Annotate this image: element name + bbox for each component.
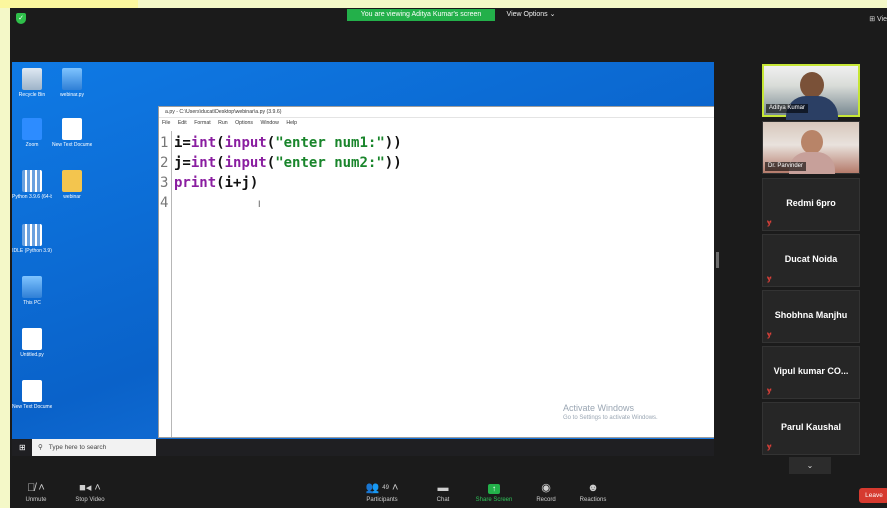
share-screen-icon: ↑ [464, 480, 524, 496]
participant-tile[interactable]: Shobhna Manjhu ɏ [762, 290, 860, 343]
participant-tile[interactable]: Ducat Noida ɏ [762, 234, 860, 287]
activate-windows-watermark: Activate Windows Go to Settings to activ… [563, 403, 658, 421]
windows-taskbar: ⊞ ⚲ Type here to search [12, 439, 714, 456]
participant-tile[interactable]: Aditya Kumar [762, 64, 860, 120]
menu-window[interactable]: Window [260, 120, 278, 126]
desktop-icon-idle[interactable]: IDLE (Python 3.9) [12, 224, 52, 254]
participants-button[interactable]: 👥 49 ˄ Participants [352, 480, 412, 504]
document-icon [62, 118, 82, 140]
line-number: 4 [160, 195, 169, 211]
meeting-toolbar: 🎙̸ ˄ Unmute ■◂ ˄ Stop Video 👥 49 ˄ Parti… [10, 478, 887, 508]
muted-mic-icon: ɏ [767, 218, 772, 227]
participant-name: Aditya Kumar [766, 104, 809, 113]
menu-file[interactable]: File [162, 120, 170, 126]
view-mode-button[interactable]: ⊞ Vie [869, 15, 887, 23]
recycle-bin-icon [22, 68, 42, 90]
menu-help[interactable]: Help [286, 120, 297, 126]
smiley-icon: ☻ [587, 482, 599, 494]
share-screen-button[interactable]: ↑ Share Screen [464, 480, 524, 504]
idle-menu-bar: File Edit Format Run Options Window Help [159, 118, 714, 129]
shield-icon[interactable]: ✓ [16, 13, 26, 24]
code-line-3: print(i+j) [174, 175, 259, 191]
muted-mic-icon: ɏ [767, 330, 772, 339]
muted-microphone-icon: 🎙̸ ˄ [27, 482, 45, 494]
participant-name: Parul Kaushal [780, 422, 842, 432]
participant-count: 49 [382, 485, 389, 491]
zoom-app-icon [22, 118, 42, 140]
taskbar-search-box[interactable]: ⚲ Type here to search [32, 439, 156, 456]
menu-options[interactable]: Options [235, 120, 253, 126]
windows-start-icon[interactable]: ⊞ [19, 444, 26, 452]
video-camera-icon: ■◂ ˄ [79, 482, 101, 494]
desktop-icon-python[interactable]: Python 3.9.6 (64-bit) [12, 170, 52, 200]
participants-icon: 👥 49 ˄ [365, 482, 399, 494]
desktop-icon-webinar-folder[interactable]: webinar [52, 170, 92, 200]
muted-mic-icon: ɏ [767, 442, 772, 451]
computer-icon [22, 276, 42, 298]
search-icon: ⚲ [38, 444, 43, 451]
menu-run[interactable]: Run [218, 120, 228, 126]
zoom-window: ✓ You are viewing Aditya Kumar's screen … [10, 8, 887, 508]
participant-tile[interactable]: Redmi 6pro ɏ [762, 178, 860, 231]
line-number-gutter: 1 2 3 4 [159, 131, 172, 437]
reactions-button[interactable]: ☻ Reactions [563, 480, 623, 504]
scroll-down-button[interactable]: ⌄ [789, 457, 831, 474]
code-line-1: i=int(input("enter num1:")) [174, 135, 402, 151]
muted-mic-icon: ɏ [767, 274, 772, 283]
text-cursor-icon: I [258, 199, 261, 209]
line-number: 2 [160, 155, 169, 171]
menu-format[interactable]: Format [194, 120, 210, 126]
line-number: 3 [160, 175, 169, 191]
python-file-icon [62, 68, 82, 90]
desktop-icon-new-text-document[interactable]: New Text Document [52, 118, 92, 148]
muted-mic-icon: ɏ [767, 386, 772, 395]
participant-name: Vipul kumar CO... [773, 366, 849, 376]
desktop-icon-webinar-py[interactable]: webinar.py [52, 68, 92, 98]
idle-editor-window[interactable]: a.py - C:\Users\ducat\Desktop\webinar\a.… [158, 106, 714, 438]
desktop-icon-untitled[interactable]: Untitled.py [12, 328, 52, 358]
unmute-button[interactable]: 🎙̸ ˄ Unmute [6, 480, 66, 504]
idle-app-icon [22, 224, 42, 246]
panel-resize-handle[interactable] [716, 252, 719, 268]
document-icon [22, 380, 42, 402]
folder-icon [62, 170, 82, 192]
desktop-icon-this-pc[interactable]: This PC [12, 276, 52, 306]
code-line-2: j=int(input("enter num2:")) [174, 155, 402, 171]
python-installer-icon [22, 170, 42, 192]
document-icon [22, 328, 42, 350]
participant-name: Ducat Noida [784, 254, 838, 264]
view-options-button[interactable]: View Options ⌄ [500, 9, 562, 21]
desktop-icon-zoom[interactable]: Zoom [12, 118, 52, 148]
code-editor[interactable]: 1 2 3 4 i=int(input("enter num1:")) j=in… [159, 131, 714, 437]
top-bar: ✓ You are viewing Aditya Kumar's screen … [10, 8, 887, 30]
participant-name: Redmi 6pro [786, 198, 836, 208]
search-placeholder: Type here to search [48, 444, 107, 451]
desktop-icon-recycle-bin[interactable]: Recycle Bin [12, 68, 52, 98]
idle-title-bar: a.py - C:\Users\ducat\Desktop\webinar\a.… [159, 107, 714, 118]
participant-name: Dr. Parvinder [765, 162, 807, 171]
leave-button[interactable]: Leave [859, 488, 887, 503]
participant-tile[interactable]: Dr. Parvinder [762, 121, 860, 174]
participant-name: Shobhna Manjhu [774, 310, 848, 320]
frame-tab [0, 0, 138, 8]
menu-edit[interactable]: Edit [178, 120, 187, 126]
stop-video-button[interactable]: ■◂ ˄ Stop Video [60, 480, 120, 504]
line-number: 1 [160, 135, 169, 151]
participant-tile[interactable]: Parul Kaushal ɏ [762, 402, 860, 455]
desktop-icon-new-text-document-2[interactable]: New Text Document [12, 380, 52, 410]
participant-tile[interactable]: Vipul kumar CO... ɏ [762, 346, 860, 399]
viewing-banner: You are viewing Aditya Kumar's screen [347, 9, 495, 21]
shared-screen: Recycle Bin webinar.py Zoom New Text Doc… [12, 62, 714, 456]
